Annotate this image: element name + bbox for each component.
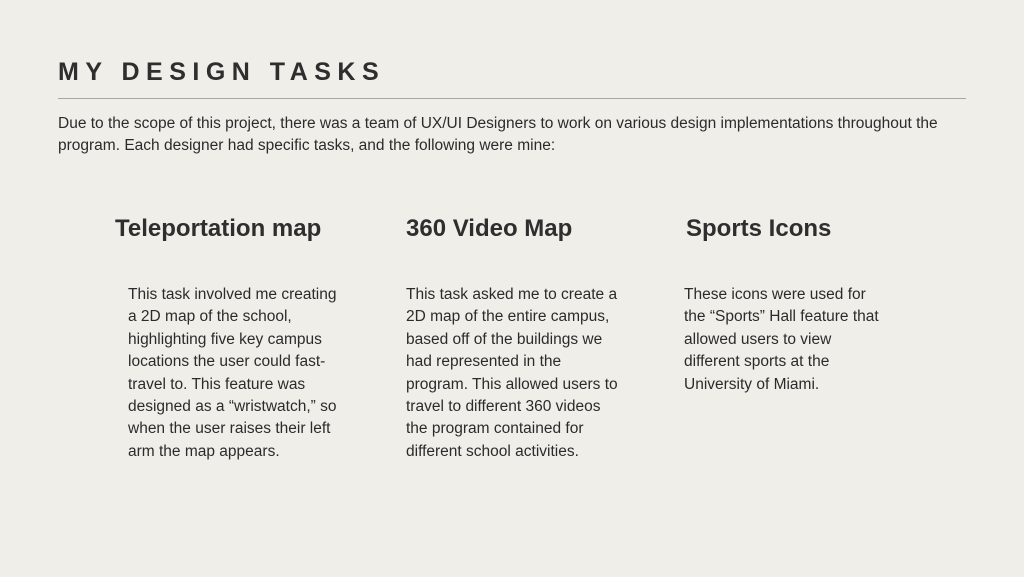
page-title: MY DESIGN TASKS [58, 58, 386, 86]
task-description-sports-icons: These icons were used for the “Sports” H… [684, 286, 879, 393]
task-heading-teleportation-map: Teleportation map [115, 215, 322, 242]
title-divider [58, 98, 966, 99]
task-description-teleportation-map: This task involved me creating a 2D map … [128, 286, 337, 460]
intro-paragraph: Due to the scope of this project, there … [58, 115, 938, 154]
task-heading-sports-icons: Sports Icons [686, 215, 832, 242]
task-heading-360-video-map: 360 Video Map [406, 215, 573, 242]
task-description-360-video-map: This task asked me to create a 2D map of… [406, 286, 618, 460]
